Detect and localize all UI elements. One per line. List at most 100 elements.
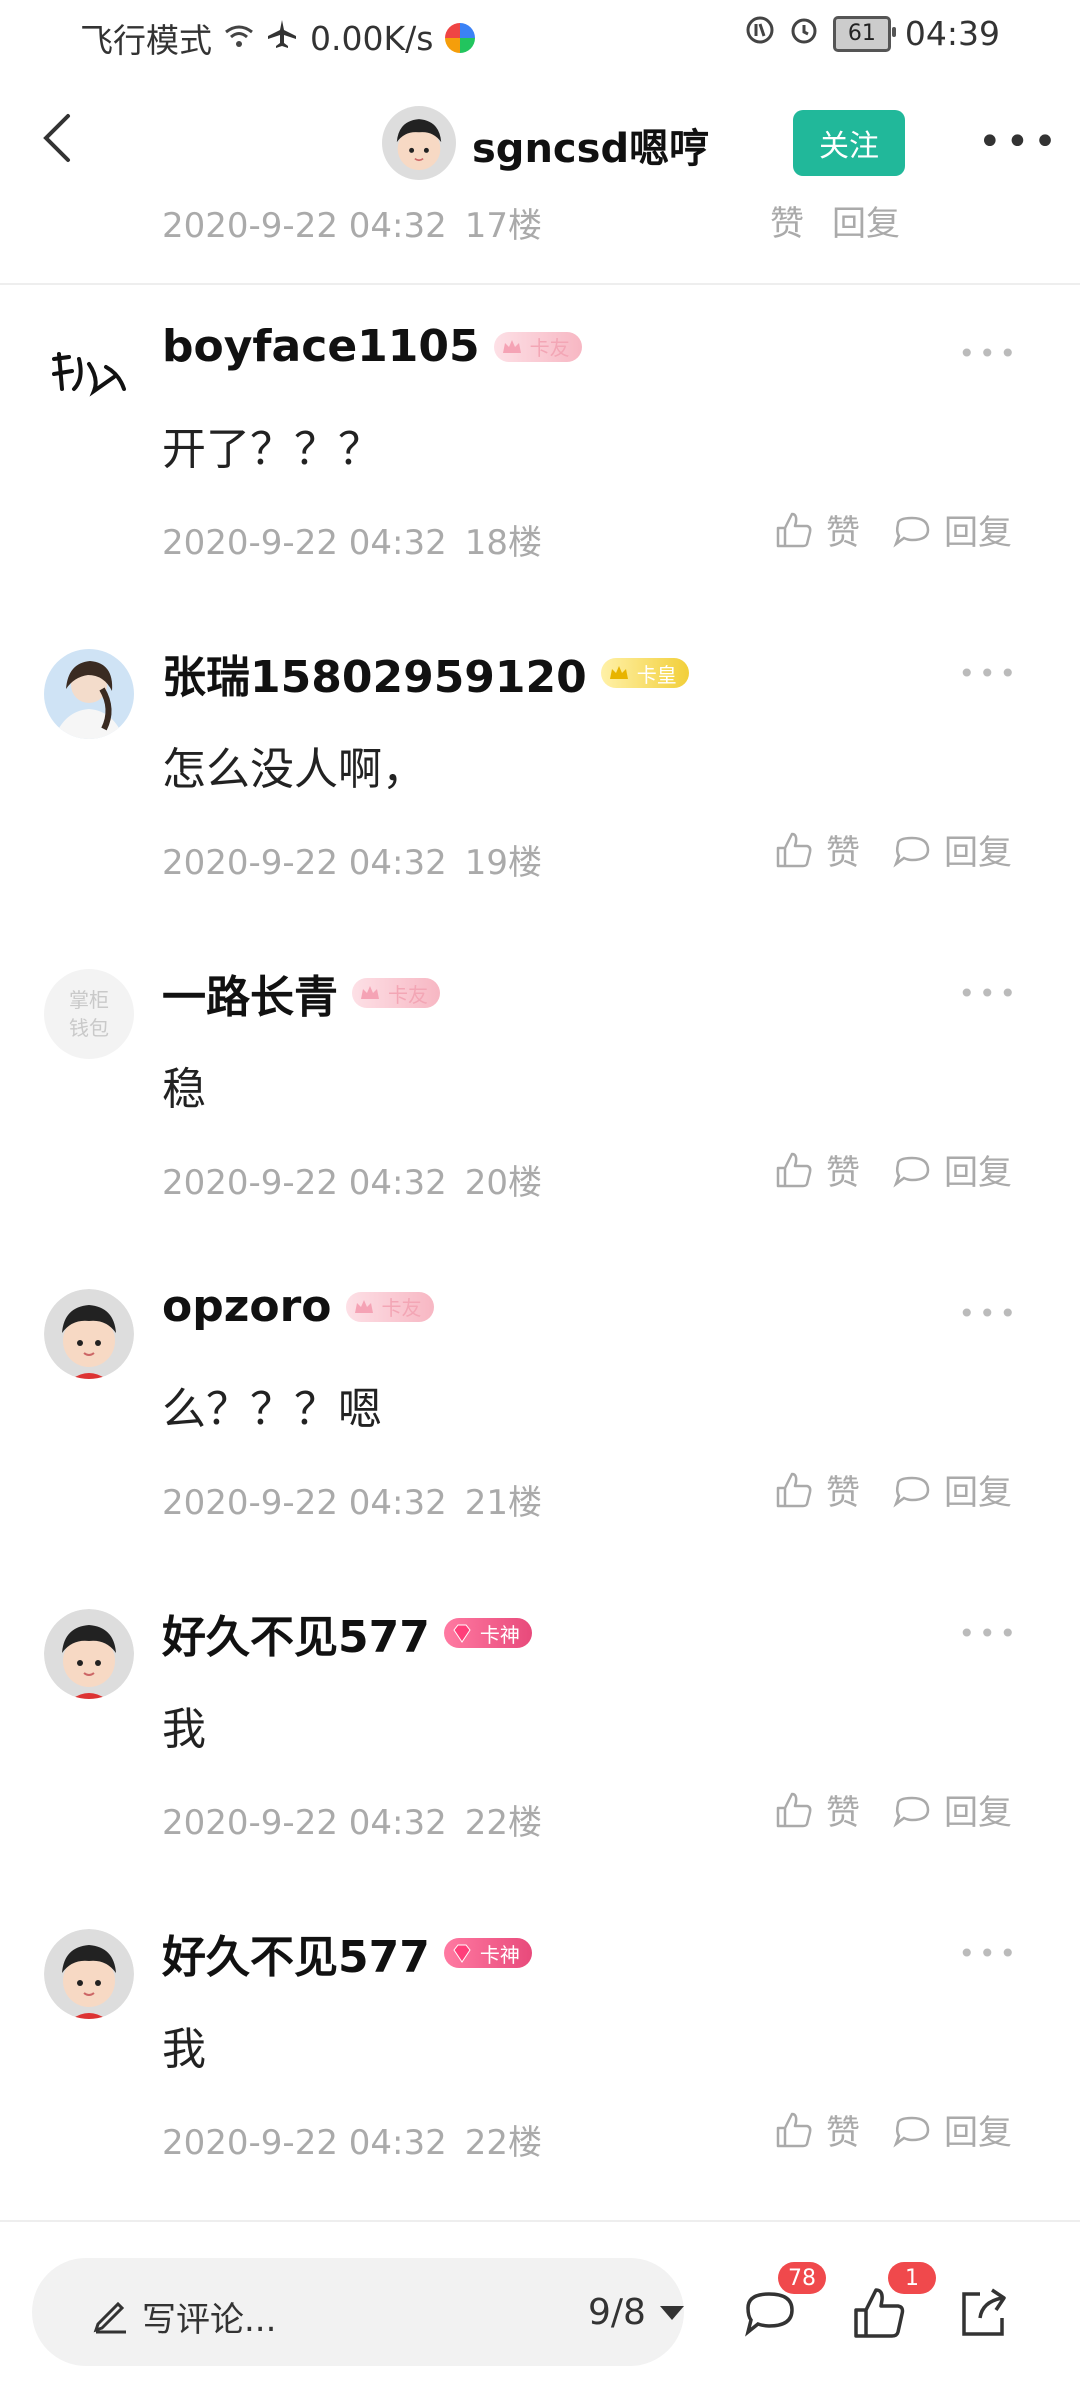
crown-icon	[502, 339, 521, 353]
comment-text: 我	[162, 1704, 206, 1755]
crown-icon	[361, 986, 379, 999]
like-button[interactable]: 赞	[772, 1465, 860, 1514]
level-badge: 卡友	[345, 1291, 434, 1322]
like-button[interactable]: 赞	[772, 825, 860, 874]
comments-count-badge: 78	[778, 2262, 826, 2294]
like-button[interactable]: 赞	[772, 1145, 860, 1194]
crown-icon	[354, 1299, 373, 1313]
avatar[interactable]	[44, 1289, 134, 1379]
username[interactable]: 张瑞15802959120 卡皇	[162, 641, 689, 705]
reply-button[interactable]: 回复	[890, 505, 1012, 554]
thumbs-up-icon	[776, 2112, 812, 2147]
floor-number: 22楼	[464, 1803, 543, 1843]
level-badge: 卡皇	[600, 658, 689, 688]
comment-actions: 赞 回复	[772, 2105, 1012, 2154]
like-button[interactable]: 赞	[772, 2105, 860, 2154]
comment-text: 么？？？嗯	[162, 1384, 382, 1435]
crown-icon	[609, 666, 628, 679]
like-button[interactable]: 赞	[772, 1785, 860, 1834]
comment-actions: 赞 回复	[772, 1145, 1012, 1194]
thumbs-up-icon	[776, 1472, 812, 1507]
post-more-icon[interactable]: •••	[958, 1297, 1020, 1330]
comment-actions: 赞 回复	[772, 825, 1012, 874]
comment-text: 我	[162, 2024, 206, 2075]
avatar[interactable]: 掌柜钱包	[44, 969, 134, 1059]
reply-button[interactable]: 回复	[890, 1465, 1012, 1514]
username[interactable]: 好久不见577 卡神	[162, 1921, 532, 1985]
avatar-text: 掌柜钱包	[69, 988, 109, 1040]
avatar[interactable]	[44, 329, 134, 419]
thumbs-up-icon	[776, 512, 812, 547]
post-more-icon[interactable]: •••	[958, 1937, 1020, 1970]
username[interactable]: boyface1105 卡友	[162, 321, 582, 372]
speech-bubble-icon	[893, 836, 930, 868]
comment-meta: 2020-9-22 04:32 19楼	[162, 835, 560, 884]
level-badge: 卡友	[493, 331, 582, 362]
app-notification-icon	[445, 23, 476, 53]
floor-number: 21楼	[464, 1483, 543, 1523]
comment-input[interactable]: 写评论... 9/8	[32, 2258, 684, 2366]
speech-bubble-icon	[893, 1156, 930, 1188]
comment-meta: 2020-9-22 04:32 21楼	[162, 1475, 560, 1524]
speech-bubble-icon	[893, 2116, 930, 2148]
comment-item: opzoro 卡友 ••• 么？？？嗯 2020-9-22 04:32 21楼 赞…	[0, 1245, 1080, 1567]
comment-placeholder: 写评论...	[142, 2300, 277, 2340]
battery-indicator: 61	[832, 15, 896, 52]
post-more-icon[interactable]: •••	[958, 657, 1020, 690]
airplane-icon	[266, 18, 298, 58]
comment-text: 怎么没人啊，	[162, 744, 426, 795]
comment-date: 2020-9-22 04:32	[162, 1483, 447, 1523]
share-icon[interactable]	[952, 2282, 1014, 2344]
pencil-icon	[93, 2301, 126, 2334]
username[interactable]: 一路长青 卡友	[162, 961, 440, 1025]
floor-number: 20楼	[464, 1163, 543, 1203]
floor-number: 22楼	[464, 2123, 543, 2163]
comment-date: 2020-9-22 04:32	[162, 2123, 447, 2163]
reply-label[interactable]: 回复	[832, 196, 900, 245]
comment-item: 好久不见577 卡神 ••• 我 2020-9-22 04:32 22楼 赞 回复	[0, 1565, 1080, 1887]
level-badge: 卡神	[443, 1938, 532, 1968]
post-more-icon[interactable]: •••	[958, 337, 1020, 370]
reply-button[interactable]: 回复	[890, 1145, 1012, 1194]
level-badge: 卡神	[443, 1618, 532, 1648]
network-speed: 0.00K/s	[310, 18, 434, 58]
partial-actions: 赞 回复	[770, 196, 900, 245]
reply-button[interactable]: 回复	[890, 2105, 1012, 2154]
diamond-icon	[453, 1624, 471, 1643]
floor-number: 18楼	[464, 523, 543, 563]
avatar[interactable]	[44, 649, 134, 739]
username[interactable]: opzoro 卡友	[162, 1281, 434, 1332]
comment-item: 张瑞15802959120 卡皇 ••• 怎么没人啊， 2020-9-22 04…	[0, 605, 1080, 927]
reply-button[interactable]: 回复	[890, 825, 1012, 874]
comment-meta: 2020-9-22 04:32 20楼	[162, 1155, 560, 1204]
avatar[interactable]	[44, 1929, 134, 2019]
likes-count-badge: 1	[888, 2262, 936, 2294]
comment-actions: 赞 回复	[772, 1465, 1012, 1514]
bottom-action-bar: 写评论... 9/8 78 1	[0, 2220, 1080, 2402]
data-saver-icon	[745, 14, 775, 53]
thumbs-up-icon	[776, 832, 812, 867]
comment-feed[interactable]: 2020-9-22 04:32 17楼 赞 回复 boyface1105 卡友 •…	[0, 140, 1080, 2200]
username[interactable]: 好久不见577 卡神	[162, 1601, 532, 1665]
post-more-icon[interactable]: •••	[958, 977, 1020, 1010]
comment-actions: 赞 回复	[772, 505, 1012, 554]
comment-meta: 2020-9-22 04:32 22楼	[162, 2115, 560, 2164]
diamond-icon	[453, 1944, 471, 1963]
comment-date: 2020-9-22 04:32	[162, 1803, 447, 1843]
speech-bubble-icon	[893, 1476, 930, 1508]
like-label[interactable]: 赞	[770, 196, 804, 245]
speech-bubble-icon	[893, 516, 930, 548]
status-right: 61 04:39	[745, 14, 1000, 53]
avatar[interactable]	[44, 1609, 134, 1699]
post-more-icon[interactable]: •••	[958, 1617, 1020, 1650]
page-indicator[interactable]: 9/8	[588, 2292, 684, 2333]
reply-button[interactable]: 回复	[890, 1785, 1012, 1834]
comment-date: 2020-9-22 04:32	[162, 843, 447, 883]
comment-text: 稳	[162, 1064, 206, 1115]
comment-item: 掌柜钱包 一路长青 卡友 ••• 稳 2020-9-22 04:32 20楼 赞 …	[0, 925, 1080, 1247]
like-button[interactable]: 赞	[772, 505, 860, 554]
partial-post: 2020-9-22 04:32 17楼 赞 回复	[0, 140, 1080, 285]
comment-date: 2020-9-22 04:32	[162, 1163, 447, 1203]
speech-bubble-icon	[893, 1796, 930, 1828]
status-bar: 飞行模式 0.00K/s 61 04:39	[0, 0, 1080, 72]
